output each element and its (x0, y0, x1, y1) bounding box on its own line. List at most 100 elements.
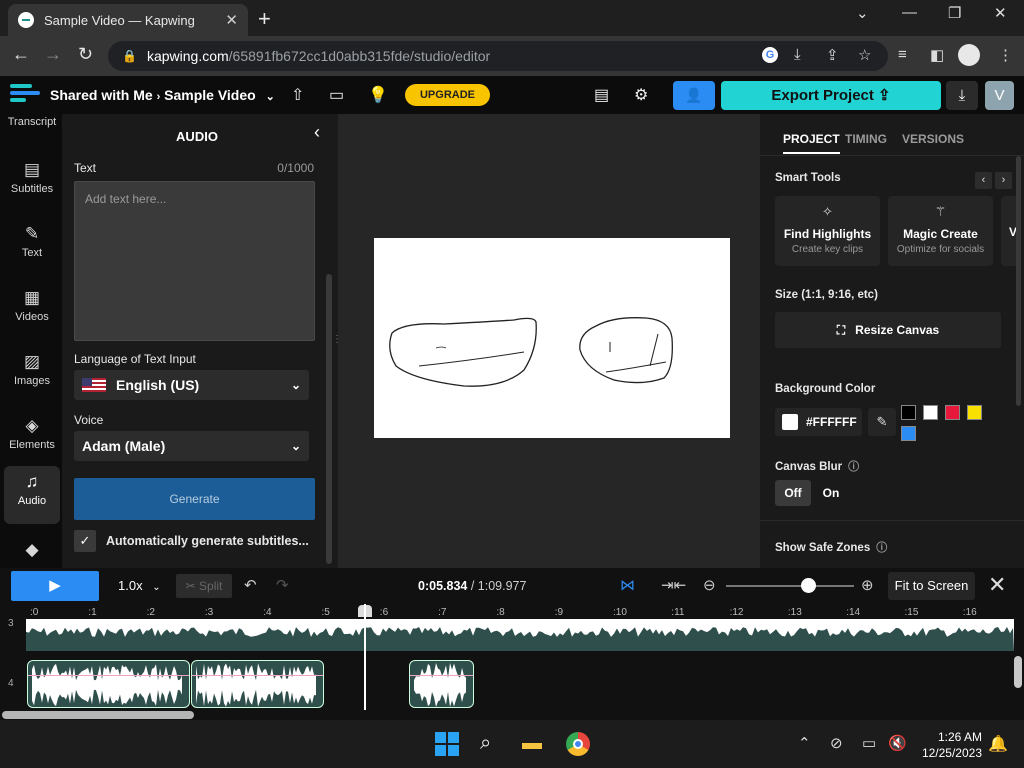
install-icon[interactable]: ⤓ (794, 46, 801, 63)
eyedropper-icon[interactable]: ✎ (868, 408, 896, 436)
swatch-black[interactable] (901, 405, 916, 420)
fit-width-icon[interactable]: ⇥⇤ (661, 576, 686, 594)
download-button[interactable]: ⤓ (946, 81, 978, 110)
zoom-slider-track[interactable] (726, 585, 854, 587)
find-highlights-card[interactable]: ✧ Find Highlights Create key clips (775, 196, 880, 266)
voice-select[interactable]: Adam (Male) ⌄ (74, 431, 309, 461)
settings-gear-icon[interactable]: ⚙ (634, 85, 648, 105)
zoom-out-icon[interactable]: ⊖ (703, 576, 716, 594)
audio-clip[interactable] (191, 660, 324, 708)
language-select[interactable]: English (US) ⌄ (74, 370, 309, 400)
windows-start-icon[interactable] (435, 732, 459, 756)
lightbulb-icon[interactable]: 💡 (368, 85, 388, 105)
system-clock[interactable]: 1:26 AM 12/25/2023 (918, 729, 982, 761)
back-arrow-icon[interactable]: ← (12, 44, 30, 65)
google-icon[interactable]: G (762, 47, 778, 63)
upgrade-button[interactable]: UPGRADE (405, 84, 490, 106)
timeline-horizontal-scrollbar[interactable] (2, 711, 194, 719)
tab-timing[interactable]: TIMING (845, 132, 887, 146)
browser-menu-icon[interactable]: ⋮ (998, 46, 1013, 64)
side-panel-icon[interactable]: ◧ (930, 46, 944, 64)
new-tab-icon[interactable]: + (258, 6, 271, 32)
forward-arrow-icon[interactable]: → (44, 44, 62, 65)
zoom-in-icon[interactable]: ⊕ (861, 576, 874, 594)
timeline-vertical-scrollbar[interactable] (1014, 656, 1022, 688)
magnet-snap-icon[interactable]: ⋈ (620, 576, 635, 594)
video-audio-track[interactable] (26, 619, 1014, 651)
rail-item-subtitles[interactable]: ▤ Subtitles (4, 154, 60, 212)
swatch-yellow[interactable] (967, 405, 982, 420)
chevron-left-icon[interactable]: ‹ (975, 172, 992, 189)
blur-off-button[interactable]: Off (775, 480, 811, 506)
fit-to-screen-button[interactable]: Fit to Screen (888, 572, 975, 600)
profile-avatar[interactable] (958, 44, 980, 66)
resize-canvas-button[interactable]: ⛶ Resize Canvas (775, 312, 1001, 348)
rail-item-layers[interactable]: ◆ (4, 534, 60, 564)
collapse-panel-icon[interactable]: ‹ (314, 122, 320, 143)
project-title[interactable]: Sample Video (164, 87, 256, 103)
rail-item-elements[interactable]: ◈ Elements (4, 410, 60, 468)
media-controls-icon[interactable]: ≡ (898, 46, 907, 63)
rail-item-videos[interactable]: ▦ Videos (4, 282, 60, 340)
close-timeline-icon[interactable]: ✕ (988, 572, 1006, 598)
bookmark-star-icon[interactable]: ☆ (858, 46, 871, 64)
tray-chevron-up-icon[interactable]: ⌃ (798, 734, 811, 752)
network-off-icon[interactable]: ⊘ (830, 734, 843, 752)
split-button[interactable]: ✂ Split (176, 574, 232, 598)
tab-search-icon[interactable]: ⌄ (856, 4, 869, 22)
blur-on-button[interactable]: On (813, 480, 849, 506)
chrome-icon[interactable] (566, 732, 590, 756)
audio-clip[interactable] (27, 660, 190, 708)
display-icon[interactable]: ▭ (862, 734, 876, 752)
auto-subtitles-checkbox[interactable]: ✓ (74, 530, 96, 552)
rail-item-images[interactable]: ▨ Images (4, 346, 60, 404)
time-ruler[interactable]: :0:1:2:3:4:5:6:7:8:9:10:11:12:13:14:15:1… (0, 604, 1024, 620)
right-panel-scrollbar[interactable] (1016, 156, 1021, 406)
restore-icon[interactable]: ❐ (948, 4, 961, 22)
user-avatar[interactable]: V (985, 81, 1014, 110)
tts-text-input[interactable]: Add text here... (74, 181, 315, 341)
captions-icon[interactable]: ▭ (329, 85, 344, 105)
tab-project[interactable]: PROJECT (783, 132, 840, 154)
window-close-icon[interactable]: ✕ (994, 4, 1007, 22)
comments-icon[interactable]: ▤ (594, 85, 609, 105)
kapwing-logo[interactable] (10, 84, 40, 106)
breadcrumb-parent[interactable]: Shared with Me (50, 87, 153, 103)
close-tab-icon[interactable]: ✕ (225, 11, 238, 29)
generate-button[interactable]: Generate (74, 478, 315, 520)
reload-icon[interactable]: ↻ (78, 44, 93, 65)
swatch-red[interactable] (945, 405, 960, 420)
rail-item-transcript[interactable]: Transcript (4, 112, 60, 132)
panel-resize-handle[interactable]: ⋮ (332, 334, 342, 345)
swatch-white[interactable] (923, 405, 938, 420)
zoom-slider-handle[interactable] (801, 578, 816, 593)
file-explorer-icon[interactable]: ▬ (522, 732, 542, 755)
export-project-button[interactable]: Export Project ⇪ (721, 81, 941, 110)
search-icon[interactable]: ⌕ (480, 732, 491, 755)
video-canvas[interactable] (374, 238, 730, 438)
background-color-field[interactable]: #FFFFFF (775, 408, 862, 436)
project-menu-chevron-icon[interactable]: ⌄ (266, 91, 275, 103)
swatch-blue[interactable] (901, 426, 916, 441)
undo-icon[interactable]: ↶ (244, 576, 257, 594)
redo-icon[interactable]: ↷ (276, 576, 289, 594)
panel-scrollbar[interactable] (326, 274, 332, 564)
speaker-muted-icon[interactable]: 🔇 (888, 734, 907, 752)
browser-tab[interactable]: Sample Video — Kapwing ✕ (8, 4, 248, 36)
audio-clip[interactable] (409, 660, 474, 708)
upload-icon[interactable]: ⇧ (291, 85, 304, 105)
share-icon[interactable]: ⇪ (826, 46, 839, 64)
minimize-icon[interactable]: — (902, 4, 917, 21)
magic-create-card[interactable]: ⚚ Magic Create Optimize for socials (888, 196, 993, 266)
notification-bell-icon[interactable]: 🔔 (988, 734, 1008, 754)
chevron-right-icon[interactable]: › (995, 172, 1012, 189)
rail-item-audio[interactable]: ♫ Audio (4, 466, 60, 524)
invite-user-button[interactable]: 👤 (673, 81, 715, 110)
help-icon[interactable]: ⓘ (848, 461, 859, 473)
rail-item-text[interactable]: ✎ Text (4, 218, 60, 276)
playback-speed-select[interactable]: 1.0x ⌄ (110, 574, 165, 598)
help-icon[interactable]: ⓘ (876, 542, 887, 554)
playhead[interactable] (364, 604, 366, 710)
tab-versions[interactable]: VERSIONS (902, 132, 964, 146)
play-button[interactable]: ▶ (11, 571, 99, 601)
